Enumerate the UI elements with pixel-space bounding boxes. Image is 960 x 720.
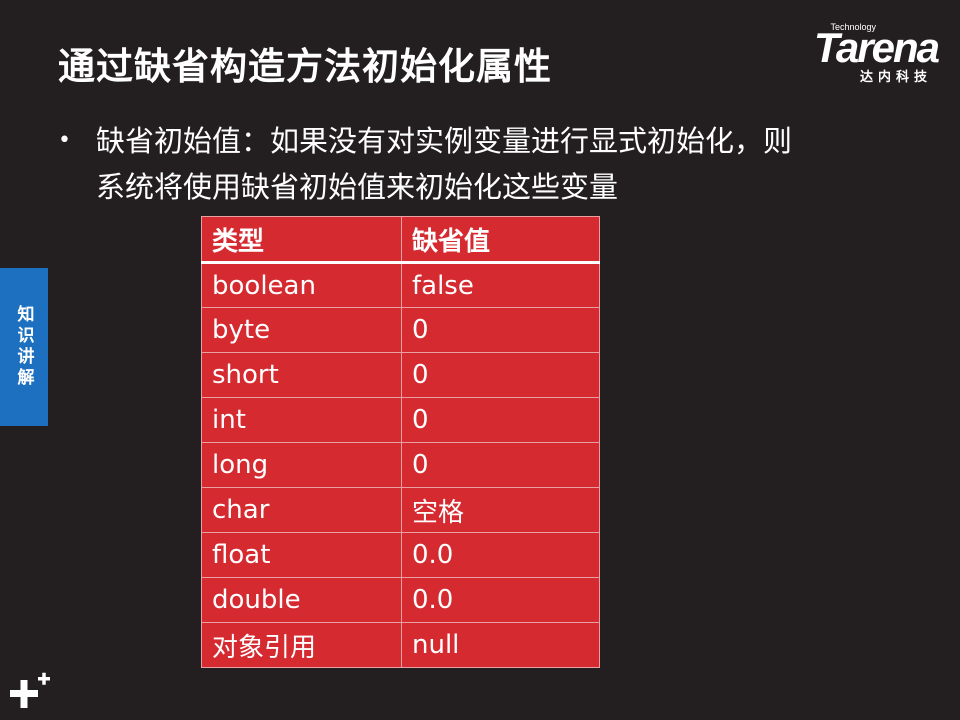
header-type: 类型 (201, 216, 402, 264)
plus-plus-icon (10, 672, 50, 708)
side-tab-label: 知识讲解 (13, 305, 34, 389)
cell-type: 对象引用 (201, 622, 402, 668)
logo-brand-text: Tarena (813, 24, 940, 71)
header-default-value: 缺省值 (401, 216, 600, 264)
cell-default: null (401, 622, 600, 668)
cell-type: boolean (201, 262, 402, 308)
cell-type: short (201, 352, 402, 398)
bullet-dot-icon: • (58, 128, 71, 153)
table-row: long 0 (201, 442, 600, 488)
bullet-line-1: 缺省初始值：如果没有对实例变量进行显式初始化，则 (96, 124, 793, 158)
logo-chinese-text: 达内科技 (859, 70, 932, 85)
table-row: boolean false (201, 262, 600, 308)
cell-type: int (201, 397, 402, 443)
cell-default: 0.0 (401, 577, 600, 623)
table-header-row: 类型 缺省值 (201, 216, 600, 264)
cell-default: 空格 (401, 487, 600, 533)
cell-type: double (201, 577, 402, 623)
table-row: int 0 (201, 397, 600, 443)
cell-type: long (201, 442, 402, 488)
side-tab-knowledge: 知识讲解 (0, 268, 48, 426)
slide: 通过缺省构造方法初始化属性 Technology Tarena 达内科技 • 缺… (0, 0, 960, 720)
cell-default: 0 (401, 307, 600, 353)
cell-default: 0 (401, 352, 600, 398)
table-row: byte 0 (201, 307, 600, 353)
cell-default: 0 (401, 397, 600, 443)
table-row: char 空格 (201, 487, 600, 533)
tarena-logo: Technology Tarena 达内科技 (776, 20, 946, 86)
table-row: double 0.0 (201, 577, 600, 623)
bullet-point: • 缺省初始值：如果没有对实例变量进行显式初始化，则 系统将使用缺省初始值来初始… (58, 118, 888, 210)
cell-default: 0.0 (401, 532, 600, 578)
table-row: short 0 (201, 352, 600, 398)
cell-type: float (201, 532, 402, 578)
bullet-line-2: 系统将使用缺省初始值来初始化这些变量 (96, 170, 619, 204)
table-row: 对象引用 null (201, 622, 600, 668)
cell-default: 0 (401, 442, 600, 488)
cell-type: char (201, 487, 402, 533)
slide-title: 通过缺省构造方法初始化属性 (58, 45, 552, 88)
default-values-table: 类型 缺省值 boolean false byte 0 short 0 int … (201, 216, 600, 668)
cell-default: false (401, 262, 600, 308)
cell-type: byte (201, 307, 402, 353)
table-row: float 0.0 (201, 532, 600, 578)
